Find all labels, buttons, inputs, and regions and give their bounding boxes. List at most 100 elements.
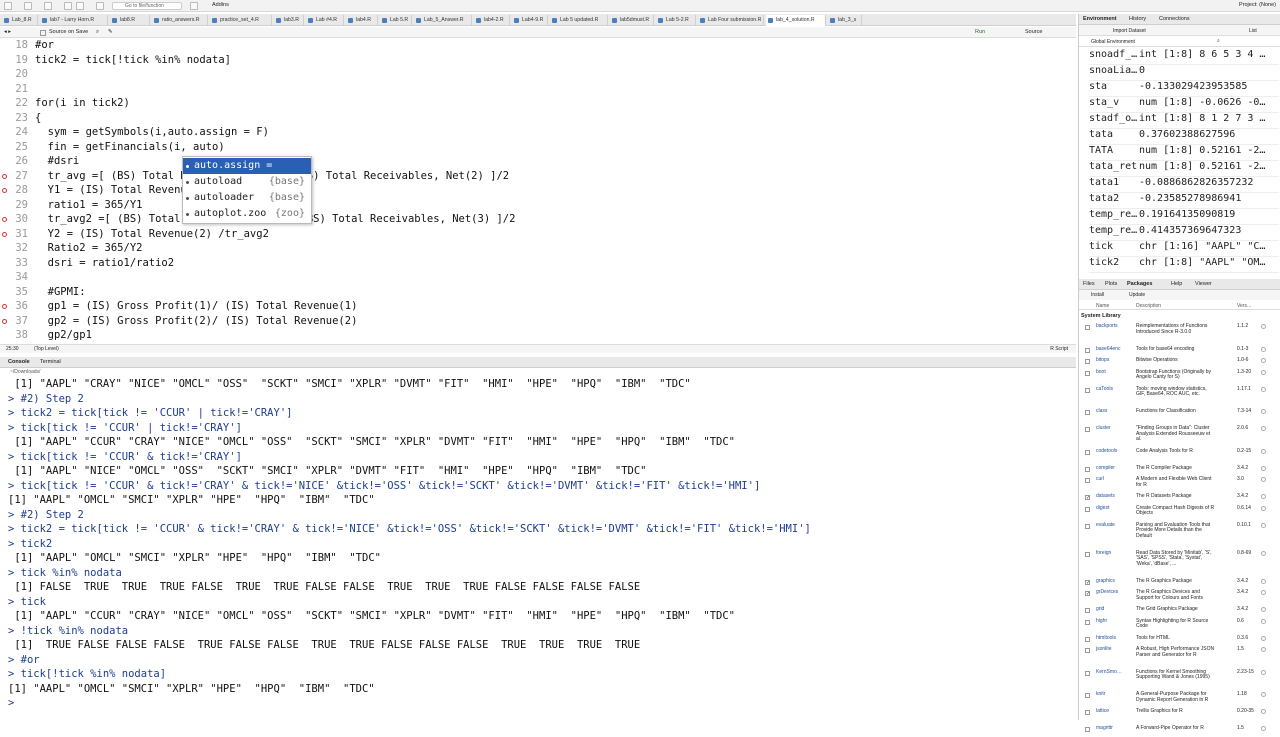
tab-environment[interactable]: Environment: [1083, 16, 1117, 22]
code-line[interactable]: 19 tick2 = tick[!tick %in% nodata]: [0, 54, 1076, 69]
autocomplete-item[interactable]: auto.assign =: [183, 158, 311, 174]
new-project-icon[interactable]: [24, 2, 32, 10]
search-icon[interactable]: ⌕: [96, 29, 99, 36]
env-row[interactable]: tata 0.37602388627596: [1089, 129, 1279, 145]
source-tab[interactable]: practice_set_4.R: [210, 15, 272, 26]
wand-icon[interactable]: ✎: [108, 29, 113, 35]
source-tab[interactable]: lab4.R: [346, 15, 378, 26]
remove-package-icon[interactable]: [1261, 635, 1266, 641]
autocomplete-popup[interactable]: auto.assign = autoload {base} autoloader {ba…: [182, 156, 312, 224]
package-name[interactable]: magrittr: [1096, 725, 1113, 732]
remove-package-icon[interactable]: [1261, 494, 1266, 499]
env-row[interactable]: tick chr [1:16] "AAPL" "C…: [1089, 241, 1279, 257]
env-row[interactable]: TATA num [1:8] 0.52161 -2…: [1089, 145, 1279, 161]
env-search-icon[interactable]: ⌕: [1217, 38, 1220, 44]
code-text[interactable]: #dsri: [35, 155, 80, 167]
package-name[interactable]: datasets: [1096, 493, 1115, 500]
env-row[interactable]: stadf_o… int [1:8] 8 1 2 7 3 …: [1089, 113, 1279, 129]
install-button[interactable]: Install: [1091, 292, 1104, 298]
package-checkbox[interactable]: [1085, 387, 1090, 393]
code-text[interactable]: #or: [35, 39, 54, 51]
remove-package-icon[interactable]: [1261, 358, 1266, 363]
remove-package-icon[interactable]: [1261, 522, 1266, 528]
code-text[interactable]: Y2 = (IS) Total Revenue(2) /tr_avg2: [35, 228, 269, 240]
source-tab[interactable]: lab8.R: [110, 15, 150, 26]
env-row[interactable]: tata1 -0.0886862826357232: [1089, 177, 1279, 193]
tab-connections[interactable]: Connections: [1159, 16, 1190, 22]
package-checkbox[interactable]: ✓: [1085, 591, 1090, 597]
autocomplete-item[interactable]: autoload {base}: [183, 174, 311, 190]
autocomplete-item[interactable]: autoplot.zoo {zoo}: [183, 206, 311, 222]
code-line[interactable]: 24 sym = getSymbols(i,auto.assign = F): [0, 126, 1076, 141]
package-checkbox[interactable]: [1085, 427, 1090, 432]
source-tab[interactable]: Lab4-9.R: [512, 15, 548, 26]
tab-files[interactable]: Files: [1083, 281, 1095, 287]
code-line[interactable]: 26 #dsri: [0, 155, 1076, 170]
source-tab[interactable]: lab4-2.R: [474, 15, 510, 26]
tab-viewer[interactable]: Viewer: [1195, 281, 1212, 287]
remove-package-icon[interactable]: [1261, 448, 1266, 454]
remove-package-icon[interactable]: [1261, 578, 1266, 584]
import-dataset-button[interactable]: Import Dataset: [1113, 28, 1146, 34]
remove-package-icon[interactable]: [1261, 647, 1266, 652]
code-text[interactable]: Y1 = (IS) Total Revenue: [35, 184, 193, 196]
remove-package-icon[interactable]: [1261, 607, 1266, 612]
code-line[interactable]: 29 ratio1 = 365/Y1: [0, 199, 1076, 214]
remove-package-icon[interactable]: [1261, 369, 1266, 375]
env-row[interactable]: temp_re… 0.19164135090819: [1089, 209, 1279, 225]
source-tab[interactable]: lab7 - Larry Horn.R: [40, 15, 108, 26]
code-line[interactable]: 27 tr_avg =[ (BS) Total Re S) Total Rece…: [0, 170, 1076, 185]
grid-icon[interactable]: [190, 2, 198, 10]
package-name[interactable]: grDevices: [1096, 589, 1118, 596]
remove-package-icon[interactable]: [1261, 550, 1266, 556]
env-row[interactable]: sta -0.133029423953585: [1089, 81, 1279, 97]
package-checkbox[interactable]: [1085, 551, 1090, 557]
package-name[interactable]: curl: [1096, 476, 1104, 483]
env-row[interactable]: snoadf_… int [1:8] 8 6 5 3 4 …: [1089, 49, 1279, 65]
remove-package-icon[interactable]: [1261, 590, 1266, 595]
run-button[interactable]: Run: [975, 29, 985, 35]
code-line[interactable]: 34: [0, 271, 1076, 286]
env-row[interactable]: tata_ret num [1:8] 0.52161 -2…: [1089, 161, 1279, 177]
source-tab[interactable]: Lab 5.R: [380, 15, 412, 26]
env-row[interactable]: sta_v num [1:8] -0.0626 -0…: [1089, 97, 1279, 113]
package-name[interactable]: jsonlite: [1096, 646, 1112, 653]
source-tab[interactable]: Lab_8.R: [2, 15, 38, 26]
package-checkbox[interactable]: [1085, 727, 1090, 732]
code-line[interactable]: 25 fin = getFinancials(i, auto): [0, 141, 1076, 156]
package-checkbox[interactable]: [1085, 523, 1090, 529]
update-button[interactable]: Update: [1129, 292, 1145, 298]
remove-package-icon[interactable]: [1261, 477, 1266, 482]
code-line[interactable]: 35 #GPMI:: [0, 286, 1076, 301]
package-checkbox[interactable]: ✓: [1085, 495, 1090, 501]
code-text[interactable]: gp2/gp1: [35, 329, 92, 341]
code-line[interactable]: 23 {: [0, 112, 1076, 127]
code-editor[interactable]: 18 #or 19 tick2 = tick[!tick %in% nodata] 20…: [0, 38, 1076, 344]
tab-help[interactable]: Help: [1171, 281, 1182, 287]
package-checkbox[interactable]: [1085, 359, 1090, 364]
package-name[interactable]: grid: [1096, 606, 1104, 613]
source-on-save-checkbox[interactable]: [40, 30, 46, 36]
source-tab[interactable]: lab_3_s: [828, 15, 862, 26]
source-button[interactable]: Source: [1025, 29, 1042, 35]
remove-package-icon[interactable]: [1261, 709, 1266, 714]
package-name[interactable]: boot: [1096, 369, 1106, 376]
package-checkbox[interactable]: [1085, 648, 1090, 653]
package-checkbox[interactable]: ✓: [1085, 579, 1090, 585]
env-row[interactable]: snoaLia… 0: [1089, 65, 1279, 81]
remove-package-icon[interactable]: [1261, 692, 1266, 697]
package-name[interactable]: bitops: [1096, 357, 1109, 364]
back-icon[interactable]: ◂ ▸: [4, 29, 11, 35]
new-file-icon[interactable]: [4, 2, 12, 10]
remove-package-icon[interactable]: [1261, 618, 1266, 624]
code-text[interactable]: ratio1 = 365/Y1: [35, 199, 143, 211]
code-text[interactable]: {: [35, 112, 41, 124]
code-line[interactable]: 37 gp2 = (IS) Gross Profit(2)/ (IS) Tota…: [0, 315, 1076, 330]
package-checkbox[interactable]: [1085, 347, 1090, 353]
code-text[interactable]: #GPMI:: [35, 286, 86, 298]
view-mode-select[interactable]: List: [1249, 28, 1257, 34]
env-row[interactable]: tick2 chr [1:8] "AAPL" "OM…: [1089, 257, 1279, 273]
source-tab[interactable]: Lab 5 updated.R: [550, 15, 608, 26]
code-line[interactable]: 32 Ratio2 = 365/Y2: [0, 242, 1076, 257]
remove-package-icon[interactable]: [1261, 409, 1266, 414]
